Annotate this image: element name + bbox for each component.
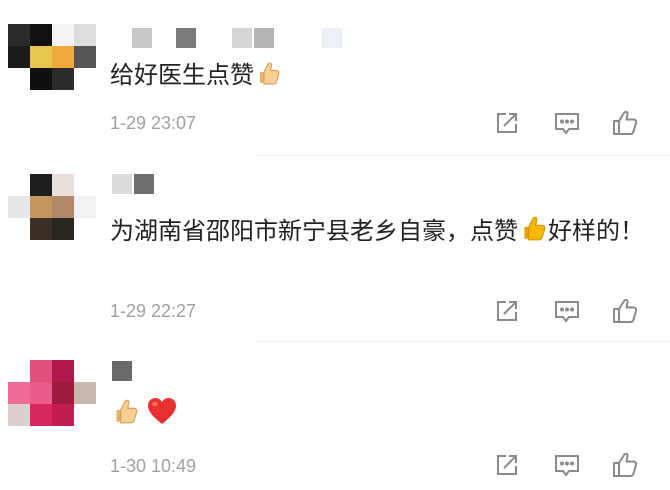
like-icon[interactable]	[610, 296, 640, 326]
comment-actions	[492, 450, 642, 482]
like-icon[interactable]	[610, 108, 640, 138]
comment-text: 给好医生点赞	[110, 56, 650, 98]
reply-icon[interactable]	[552, 108, 582, 138]
reply-icon[interactable]	[552, 450, 582, 480]
comment-item: 给好医生点赞 1-29 23:07	[0, 0, 670, 160]
reply-icon[interactable]	[552, 296, 582, 326]
comment-item: 1-30 10:49	[0, 345, 670, 490]
like-icon[interactable]	[610, 450, 640, 480]
comment-actions	[492, 108, 642, 140]
comment-text: 为湖南省邵阳市新宁县老乡自豪，点赞 好样的！	[110, 212, 650, 254]
comment-text	[110, 395, 650, 437]
username-redacted[interactable]	[112, 361, 134, 381]
share-icon[interactable]	[492, 450, 522, 480]
username-redacted[interactable]	[112, 174, 162, 194]
red-heart-icon	[146, 396, 178, 437]
divider	[255, 155, 670, 156]
avatar[interactable]	[8, 174, 96, 240]
timestamp: 1-30 10:49	[110, 456, 197, 476]
divider	[255, 341, 670, 342]
comment-item: 为湖南省邵阳市新宁县老乡自豪，点赞 好样的！ 1-29 22:27	[0, 160, 670, 345]
avatar[interactable]	[8, 360, 96, 426]
thumbs-up-icon	[110, 396, 140, 437]
share-icon[interactable]	[492, 108, 522, 138]
thumbs-up-icon	[518, 213, 548, 254]
thumbs-up-icon	[254, 59, 282, 98]
comment-actions	[492, 296, 642, 328]
avatar[interactable]	[8, 24, 96, 90]
share-icon[interactable]	[492, 296, 522, 326]
timestamp: 1-29 22:27	[110, 301, 197, 321]
username-redacted[interactable]	[132, 28, 352, 48]
timestamp: 1-29 23:07	[110, 113, 197, 133]
